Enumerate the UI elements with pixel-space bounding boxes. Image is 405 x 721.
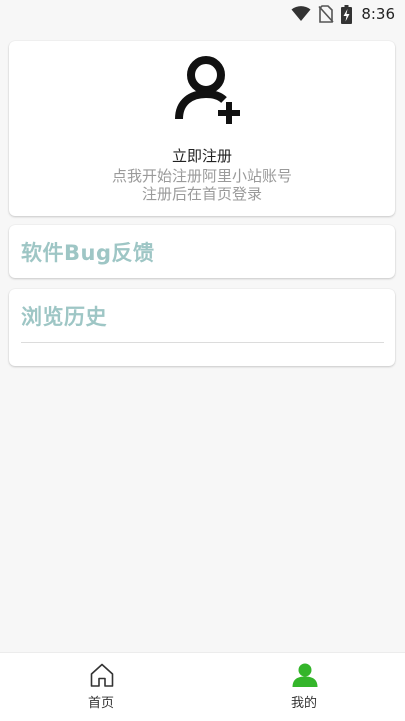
nav-mine-label: 我的 xyxy=(290,696,317,711)
nav-mine[interactable]: 我的 xyxy=(254,653,354,721)
bug-feedback-label: 软件Bug反馈 xyxy=(21,241,155,265)
bottom-nav: 首页 我的 xyxy=(0,652,405,721)
register-description-line1: 点我开始注册阿里小站账号 xyxy=(111,167,292,185)
status-icons: 8:36 xyxy=(291,4,395,24)
status-bar: 8:36 xyxy=(0,0,405,28)
wifi-icon xyxy=(291,6,311,21)
add-user-icon xyxy=(175,56,240,124)
browse-history-label: 浏览历史 xyxy=(21,305,107,329)
battery-charging-icon xyxy=(341,4,353,24)
browse-history-card[interactable]: 浏览历史 xyxy=(9,289,395,366)
nav-home[interactable]: 首页 xyxy=(51,653,151,721)
no-sim-icon xyxy=(318,5,334,23)
history-divider xyxy=(21,342,384,343)
person-icon xyxy=(292,663,318,687)
nav-home-label: 首页 xyxy=(87,696,114,711)
status-time: 8:36 xyxy=(361,5,395,23)
register-title: 立即注册 xyxy=(171,147,232,165)
register-card[interactable]: 立即注册 点我开始注册阿里小站账号 注册后在首页登录 xyxy=(9,41,395,216)
register-description-line2: 注册后在首页登录 xyxy=(141,185,262,203)
home-icon xyxy=(90,663,114,687)
bug-feedback-card[interactable]: 软件Bug反馈 xyxy=(9,225,395,278)
